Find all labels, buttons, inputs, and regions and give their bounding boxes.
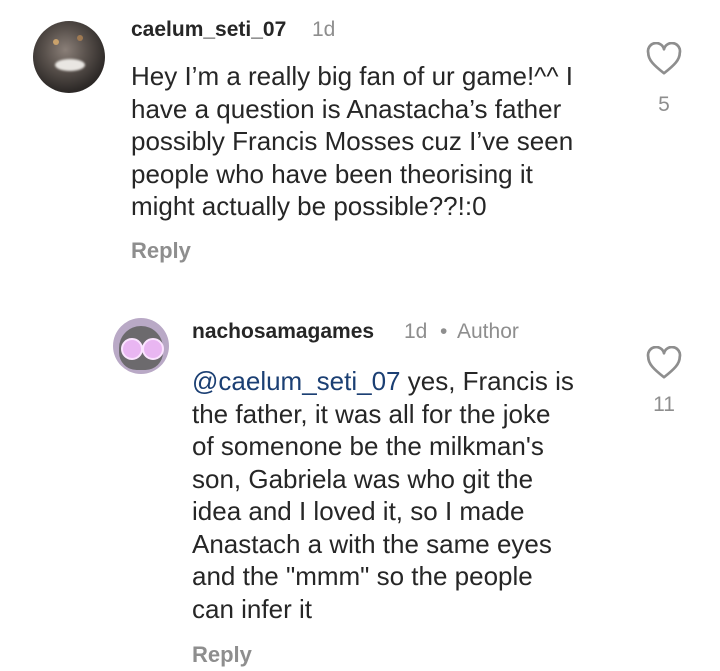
heart-outline-icon[interactable]	[646, 346, 682, 380]
avatar[interactable]	[113, 318, 169, 374]
comment-text: Hey I’m a really big fan of ur game!^^ I…	[131, 61, 574, 221]
comment-caelum: caelum_seti_07 1d Hey I’m a really big f…	[0, 0, 720, 290]
comment-text-body: yes, Francis is the father, it was all f…	[192, 366, 574, 624]
comment-username[interactable]: caelum_seti_07	[131, 18, 286, 42]
avatar[interactable]	[33, 21, 105, 93]
mention-link[interactable]: @caelum_seti_07	[192, 366, 401, 396]
avatar-glow	[55, 59, 85, 71]
reply-button[interactable]: Reply	[131, 238, 191, 264]
comment-text: @caelum_seti_07 yes, Francis is the fath…	[192, 365, 622, 625]
avatar-eye	[142, 338, 164, 360]
comment-timestamp: 1d	[312, 18, 336, 41]
like-count: 11	[653, 393, 675, 416]
comment-username[interactable]: nachosamagames	[192, 320, 374, 344]
avatar-detail	[53, 39, 59, 45]
comment-timestamp: 1d	[404, 320, 428, 343]
heart-outline-icon[interactable]	[646, 42, 682, 76]
avatar-detail	[77, 35, 83, 41]
meta-separator: •	[440, 320, 448, 343]
author-badge: Author	[457, 320, 519, 343]
reply-button[interactable]: Reply	[192, 642, 252, 668]
avatar-eye	[121, 338, 143, 360]
comment-nachosamagames: nachosamagames 1d • Author @caelum_seti_…	[0, 290, 720, 671]
like-count: 5	[658, 93, 670, 116]
